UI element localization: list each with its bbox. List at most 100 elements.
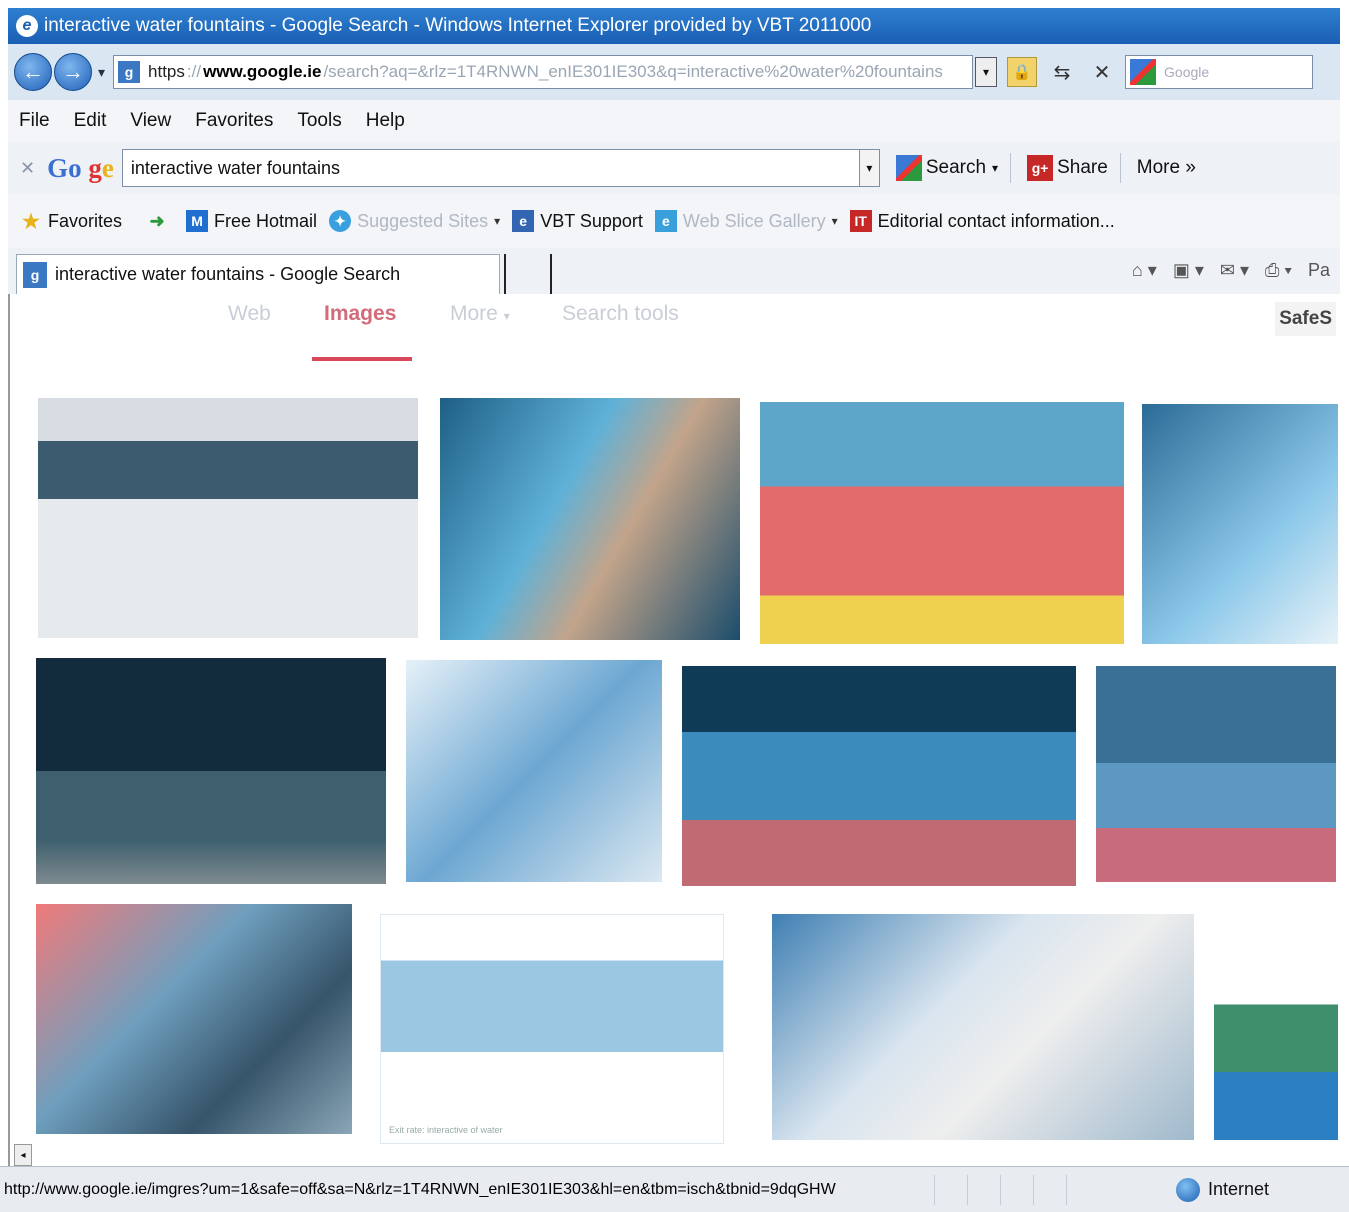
status-cell <box>1000 1174 1033 1205</box>
image-result-11[interactable] <box>772 914 1194 1140</box>
toolbar-search-dropdown-icon[interactable]: ▾ <box>859 149 880 187</box>
menu-edit[interactable]: Edit <box>74 110 107 132</box>
menu-file[interactable]: File <box>19 110 50 132</box>
add-to-favorites-bar-icon[interactable]: ➜ <box>146 210 174 232</box>
scroll-left-button[interactable]: ◂ <box>14 1144 32 1166</box>
tab-row: g interactive water fountains - Google S… <box>8 248 1340 295</box>
page-menu[interactable]: Pa <box>1308 260 1330 281</box>
lock-icon[interactable]: 🔒 <box>1007 57 1038 87</box>
favorite-editorial-contact[interactable]: IT Editorial contact information... <box>849 210 1115 232</box>
image-result-7[interactable] <box>682 666 1076 886</box>
address-domain: www.google.ie <box>203 62 322 81</box>
tab-google-search[interactable]: g interactive water fountains - Google S… <box>16 254 500 294</box>
image-result-5[interactable] <box>36 658 386 884</box>
window-title: interactive water fountains - Google Sea… <box>44 15 872 36</box>
share-icon: g+ <box>1027 155 1054 181</box>
image-result-8[interactable] <box>1096 666 1336 882</box>
image-result-3[interactable] <box>760 402 1124 644</box>
browser-search-placeholder: Google <box>1164 64 1210 80</box>
security-zone[interactable]: Internet <box>1175 1177 1269 1202</box>
search-provider-icon <box>1130 59 1157 85</box>
address-path: /search?aq=&rlz=1T4RNWN_enIE301IE303&q=i… <box>323 62 943 81</box>
image-result-4[interactable] <box>1142 404 1338 644</box>
back-button[interactable]: ← <box>14 53 52 91</box>
web-slice-gallery-dropdown-icon[interactable]: ▾ <box>832 214 838 228</box>
status-bar: http://www.google.ie/imgres?um=1&safe=of… <box>0 1166 1349 1212</box>
menu-favorites[interactable]: Favorites <box>195 110 273 132</box>
page-content: Web Images More ▾ Search tools SafeS Exi… <box>8 294 1342 1166</box>
tab-title: interactive water fountains - Google Sea… <box>55 264 401 284</box>
recent-pages-dropdown-icon[interactable]: ▾ <box>98 64 105 81</box>
image-result-10[interactable]: Exit rate: interactive of water <box>380 914 724 1144</box>
nav-search-tools[interactable]: Search tools <box>562 302 679 326</box>
image-result-6[interactable] <box>406 660 662 882</box>
browser-search-input[interactable]: Google <box>1125 55 1314 89</box>
nav-images[interactable]: Images <box>324 302 396 326</box>
images-active-indicator <box>312 357 412 361</box>
suggested-sites-dropdown-icon[interactable]: ▾ <box>494 214 500 228</box>
title-bar: e interactive water fountains - Google S… <box>8 8 1340 44</box>
image-result-1[interactable] <box>38 398 418 638</box>
image-result-12[interactable] <box>1214 914 1338 1140</box>
command-bar: ⌂ ▾ ▣ ▾ ✉ ▾ ⎙ ▾ Pa <box>1116 260 1330 281</box>
site-favicon-icon: g <box>118 61 141 83</box>
browser-window: e interactive water fountains - Google S… <box>0 0 1349 1212</box>
toolbar-separator <box>1010 153 1012 183</box>
favorite-web-slice-gallery[interactable]: e Web Slice Gallery ▾ <box>654 210 838 232</box>
feeds-icon[interactable]: ▣ ▾ <box>1173 260 1204 281</box>
favorite-vbt-support[interactable]: e VBT Support <box>512 210 643 232</box>
read-mail-icon[interactable]: ✉ ▾ <box>1220 260 1249 281</box>
search-options-dropdown-icon[interactable]: ▾ <box>992 161 998 175</box>
menu-view[interactable]: View <box>130 110 171 132</box>
toolbar-search-button[interactable]: Search ▾ <box>895 155 998 181</box>
tab-favicon-icon: g <box>23 261 47 288</box>
new-tab-button[interactable] <box>504 254 552 294</box>
favorites-bar: ★ Favorites ➜ M Free Hotmail ✦ Suggested… <box>8 194 1340 248</box>
favorite-free-hotmail[interactable]: M Free Hotmail <box>186 210 317 232</box>
share-button[interactable]: g+ Share <box>1027 155 1108 181</box>
menu-tools[interactable]: Tools <box>297 110 341 132</box>
google-nav: Web Images More ▾ Search tools SafeS <box>10 294 1342 354</box>
suggested-sites-icon: ✦ <box>329 210 352 232</box>
favorites-button[interactable]: ★ Favorites <box>20 210 122 233</box>
address-dropdown-icon[interactable]: ▾ <box>975 57 998 87</box>
favorites-star-icon: ★ <box>22 210 40 233</box>
status-cell <box>1033 1174 1066 1205</box>
more-button[interactable]: More » <box>1137 157 1196 179</box>
google-toolbar-logo[interactable]: Go ge <box>47 153 114 184</box>
status-url: http://www.google.ie/imgres?um=1&safe=of… <box>4 1180 836 1198</box>
address-scheme: https <box>148 62 185 81</box>
status-cell <box>967 1174 1000 1205</box>
address-row: ← → ▾ g https :// www.google.ie /search?… <box>8 44 1340 100</box>
toolbar-separator <box>1119 153 1121 183</box>
safesearch-button[interactable]: SafeS <box>1275 302 1336 336</box>
print-icon[interactable]: ⎙ ▾ <box>1265 260 1292 281</box>
menu-help[interactable]: Help <box>366 110 405 132</box>
google-search-icon <box>895 155 922 181</box>
favorite-suggested-sites[interactable]: ✦ Suggested Sites ▾ <box>329 210 500 232</box>
toolbar-search-input[interactable]: interactive water fountains <box>121 149 860 187</box>
status-cell <box>1066 1174 1099 1205</box>
image-result-2[interactable] <box>440 398 740 640</box>
image-result-caption: Exit rate: interactive of water <box>389 1125 503 1135</box>
hotmail-icon: M <box>186 210 209 232</box>
stop-icon[interactable]: ✕ <box>1087 57 1117 87</box>
internet-zone-globe-icon <box>1175 1177 1200 1202</box>
add-favorite-arrow-icon: ➜ <box>149 210 165 231</box>
vbt-support-icon: e <box>512 210 535 232</box>
ie-logo-icon: e <box>16 15 38 37</box>
home-icon[interactable]: ⌂ ▾ <box>1132 260 1157 281</box>
nav-web[interactable]: Web <box>228 302 271 326</box>
refresh-icon[interactable]: ⇆ <box>1047 57 1077 87</box>
toolbar-search-value: interactive water fountains <box>130 157 340 178</box>
close-toolbar-icon[interactable]: ✕ <box>20 158 35 179</box>
image-result-9[interactable] <box>36 904 352 1134</box>
forward-button[interactable]: → <box>54 53 92 91</box>
google-toolbar: ✕ Go ge interactive water fountains ▾ Se… <box>8 142 1340 194</box>
web-slice-gallery-icon: e <box>654 210 677 232</box>
address-input[interactable]: g https :// www.google.ie /search?aq=&rl… <box>113 55 974 89</box>
status-cell <box>934 1174 967 1205</box>
nav-more[interactable]: More ▾ <box>450 302 510 326</box>
irish-times-icon: IT <box>849 210 872 232</box>
more-dropdown-icon: ▾ <box>503 309 510 323</box>
